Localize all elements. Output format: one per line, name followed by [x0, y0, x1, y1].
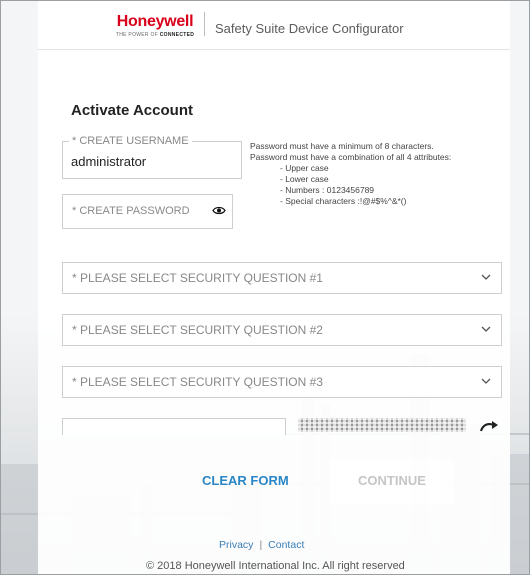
security-question-3-placeholder: * PLEASE SELECT SECURITY QUESTION #3: [72, 375, 323, 389]
rule-min-length: Password must have a minimum of 8 charac…: [250, 141, 434, 151]
continue-button[interactable]: CONTINUE: [358, 473, 426, 488]
username-field[interactable]: * CREATE USERNAME administrator: [62, 135, 242, 179]
page-title: Activate Account: [71, 102, 193, 119]
rule-combination: Password must have a combination of all …: [250, 152, 452, 162]
privacy-link[interactable]: Privacy: [219, 539, 253, 551]
rule-lowercase: - Lower case: [280, 174, 329, 184]
security-question-1-select[interactable]: * PLEASE SELECT SECURITY QUESTION #1: [62, 262, 502, 294]
chevron-down-icon: [481, 378, 491, 384]
password-placeholder: * CREATE PASSWORD: [72, 205, 190, 217]
app-title: Safety Suite Device Configurator: [215, 21, 404, 36]
clear-form-button[interactable]: CLEAR FORM: [202, 473, 289, 488]
chevron-down-icon: [481, 274, 491, 280]
captcha-image: [298, 418, 466, 432]
footer-links: Privacy | Contact: [219, 539, 304, 551]
rule-numbers: - Numbers : 0123456789: [280, 185, 375, 195]
brand-tagline: THE POWER OF CONNECTED: [115, 32, 195, 38]
eye-icon[interactable]: [212, 206, 226, 215]
security-question-1-placeholder: * PLEASE SELECT SECURITY QUESTION #1: [72, 271, 323, 285]
captcha-input[interactable]: [62, 418, 286, 435]
username-value[interactable]: administrator: [71, 154, 146, 169]
rule-uppercase: - Upper case: [280, 163, 329, 173]
security-question-2-select[interactable]: * PLEASE SELECT SECURITY QUESTION #2: [62, 314, 502, 346]
brand-name: Honeywell: [116, 13, 194, 30]
copyright: © 2018 Honeywell International Inc. All …: [146, 560, 405, 572]
username-label: * CREATE USERNAME: [69, 135, 192, 147]
password-field[interactable]: * CREATE PASSWORD: [62, 194, 233, 229]
footer-separator: |: [259, 539, 263, 551]
security-question-2-placeholder: * PLEASE SELECT SECURITY QUESTION #2: [72, 323, 323, 337]
honeywell-logo: Honeywell THE POWER OF CONNECTED: [105, 13, 205, 38]
security-question-3-select[interactable]: * PLEASE SELECT SECURITY QUESTION #3: [62, 366, 502, 398]
contact-link[interactable]: Contact: [268, 539, 304, 551]
chevron-down-icon: [481, 326, 491, 332]
header-divider: [204, 12, 205, 36]
refresh-captcha-icon[interactable]: [479, 420, 499, 432]
password-rules: Password must have a minimum of 8 charac…: [250, 141, 451, 207]
rule-special: - Special characters :!@#$%^&*(): [280, 196, 407, 206]
app-window: Honeywell THE POWER OF CONNECTED Safety …: [0, 0, 530, 575]
app-header: Honeywell THE POWER OF CONNECTED Safety …: [38, 1, 510, 50]
